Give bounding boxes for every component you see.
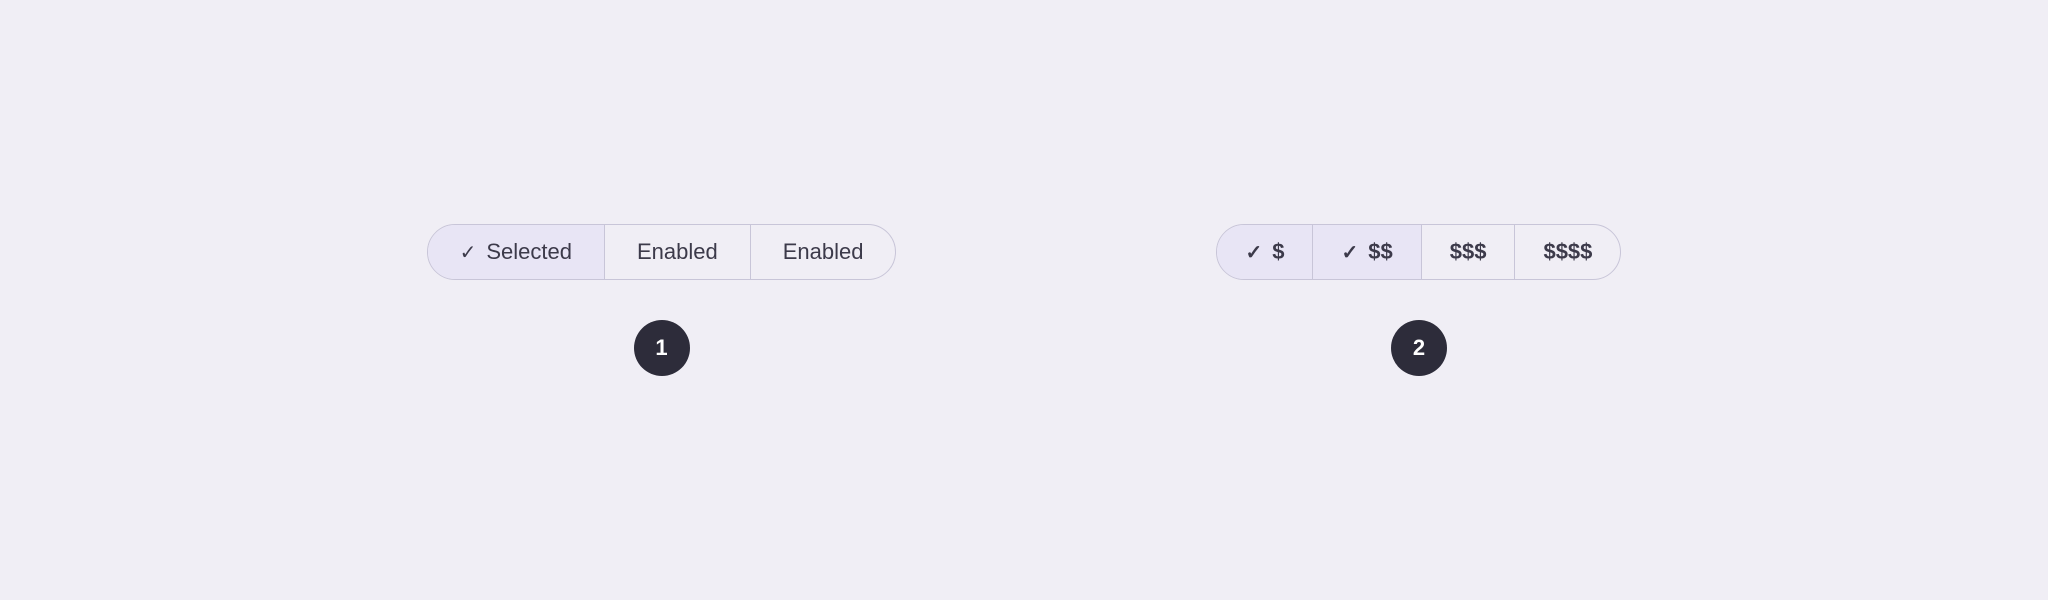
example-group-2: ✓ $ ✓ $$ $$$ $$$$ 2 — [1216, 224, 1621, 376]
segment-price-4-label: $$$$ — [1543, 239, 1592, 265]
check-icon-1: ✓ — [460, 240, 477, 265]
segment-enabled-2[interactable]: Enabled — [751, 225, 896, 279]
segment-enabled-1-label: Enabled — [637, 239, 718, 265]
segmented-control-1: ✓ Selected Enabled Enabled — [427, 224, 897, 280]
example-group-1: ✓ Selected Enabled Enabled 1 — [427, 224, 897, 376]
segment-enabled-2-label: Enabled — [783, 239, 864, 265]
segment-price-1-label: $ — [1272, 239, 1284, 265]
segment-price-3[interactable]: $$$ — [1422, 225, 1516, 279]
segment-price-4[interactable]: $$$$ — [1515, 225, 1620, 279]
segment-price-3-label: $$$ — [1450, 239, 1487, 265]
badge-1-label: 1 — [655, 335, 667, 361]
main-container: ✓ Selected Enabled Enabled 1 ✓ $ ✓ $$ — [427, 224, 1622, 376]
badge-2: 2 — [1391, 320, 1447, 376]
segment-price-2-label: $$ — [1368, 239, 1392, 265]
segment-selected[interactable]: ✓ Selected — [428, 225, 605, 279]
badge-1: 1 — [634, 320, 690, 376]
segment-enabled-1[interactable]: Enabled — [605, 225, 751, 279]
badge-2-label: 2 — [1413, 335, 1425, 361]
segment-price-1[interactable]: ✓ $ — [1217, 225, 1313, 279]
segmented-control-2: ✓ $ ✓ $$ $$$ $$$$ — [1216, 224, 1621, 280]
segment-price-2[interactable]: ✓ $$ — [1313, 225, 1421, 279]
segment-selected-label: Selected — [486, 239, 572, 265]
check-icon-price-1: ✓ — [1245, 240, 1262, 265]
check-icon-price-2: ✓ — [1341, 240, 1358, 265]
